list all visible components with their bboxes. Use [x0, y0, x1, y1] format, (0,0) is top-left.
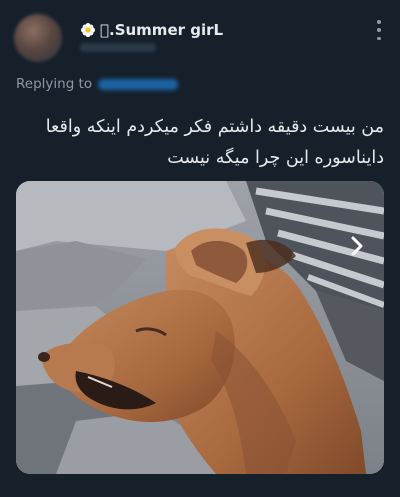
author-name-row[interactable]: 􀀀.Summer girL: [80, 20, 223, 40]
more-vertical-icon[interactable]: [376, 20, 382, 40]
tweet-media[interactable]: [16, 181, 384, 474]
flower-icon: [80, 22, 96, 38]
reply-to-handle[interactable]: [98, 78, 179, 90]
dog-video-thumbnail: [16, 181, 384, 474]
author-handle: [80, 43, 156, 52]
replying-to-label: Replying to: [16, 76, 93, 92]
replying-to: Replying to: [16, 76, 179, 92]
next-media-button[interactable]: [340, 229, 374, 263]
chevron-right-icon: [351, 236, 363, 256]
author-avatar[interactable]: [14, 14, 62, 62]
tweet-text: من بیست دقیقه داشتم فکر میکردم اینکه واق…: [45, 117, 384, 168]
author-display-name: 􀀀.Summer girL: [100, 21, 224, 39]
tweet-header: 􀀀.Summer girL: [0, 0, 400, 72]
